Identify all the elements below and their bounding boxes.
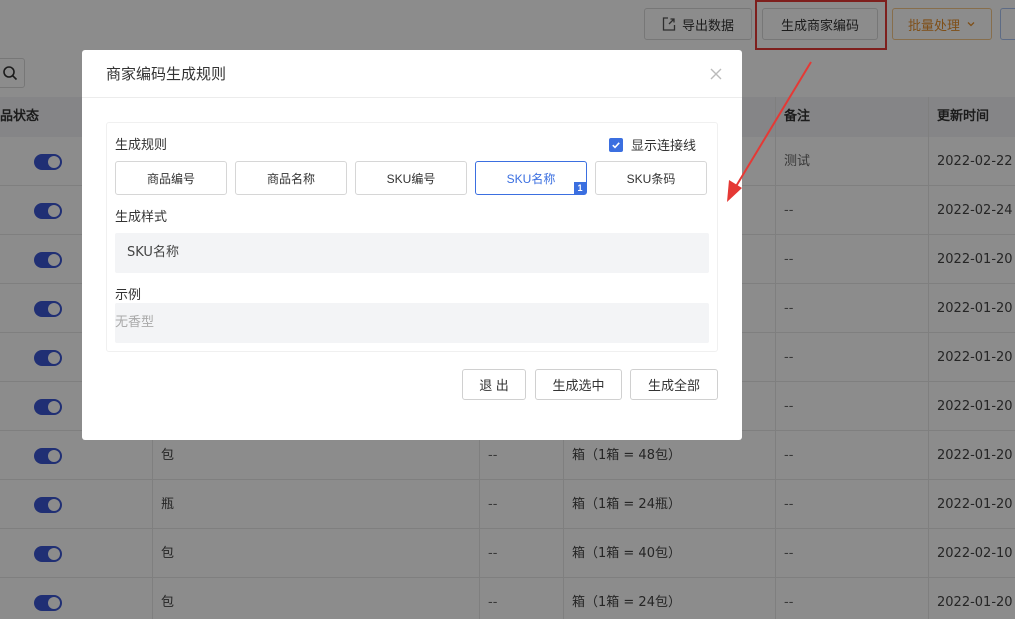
close-icon[interactable]	[708, 66, 724, 82]
rule-button-product-name[interactable]: 商品名称	[235, 161, 347, 195]
rule-button-product-number[interactable]: 商品编号	[115, 161, 227, 195]
checkbox-checked-icon	[609, 137, 623, 152]
rule-button-sku-barcode[interactable]: SKU条码	[595, 161, 707, 195]
example-preview-field: 无香型	[115, 303, 709, 343]
style-label: 生成样式	[115, 210, 168, 225]
rule-label: 生成规则	[115, 138, 168, 153]
example-label: 示例	[115, 288, 142, 303]
merchant-code-rule-dialog: 商家编码生成规则 生成规则 显示连接线 商品编号 商品名称 SKU编号 SKU名…	[82, 50, 742, 440]
rule-button-sku-number[interactable]: SKU编号	[355, 161, 467, 195]
exit-button[interactable]: 退 出	[462, 369, 526, 400]
dialog-title: 商家编码生成规则	[106, 65, 227, 83]
show-connector-label: 显示连接线	[631, 139, 697, 154]
rule-button-sku-name[interactable]: SKU名称 1	[475, 161, 587, 195]
rule-button-sku-name-label: SKU名称	[506, 171, 556, 186]
style-preview-field: SKU名称	[115, 233, 709, 273]
dialog-header: 商家编码生成规则	[82, 50, 742, 98]
generate-selected-button[interactable]: 生成选中	[535, 369, 622, 400]
show-connector-checkbox[interactable]: 显示连接线	[609, 135, 696, 154]
generate-all-button[interactable]: 生成全部	[630, 369, 718, 400]
selection-order-badge: 1	[574, 182, 586, 194]
